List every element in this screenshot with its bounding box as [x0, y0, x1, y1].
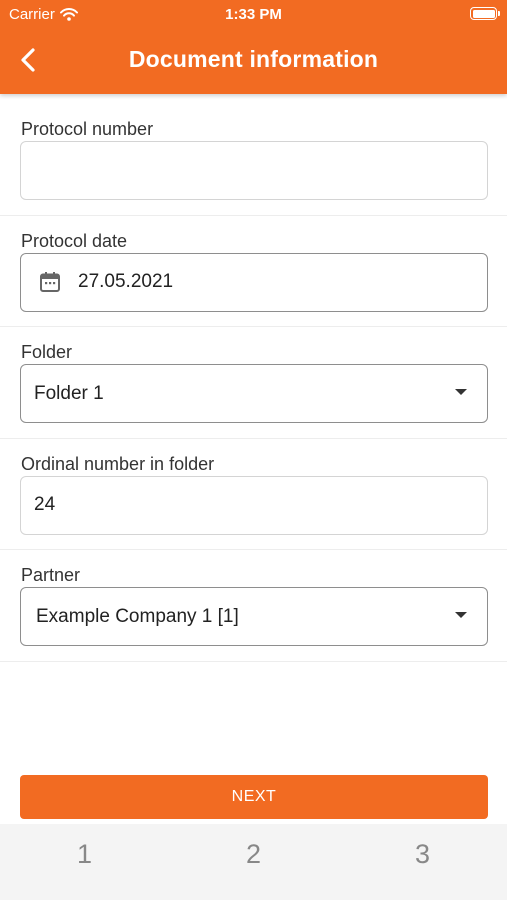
folder-select[interactable]: Folder 1: [20, 364, 488, 423]
protocol-date-value: 27.05.2021: [78, 271, 174, 292]
protocol-date-group: Protocol date 27.05.2021: [0, 216, 507, 327]
protocol-number-input[interactable]: [20, 141, 488, 200]
dropdown-arrow-icon: [455, 389, 467, 395]
step-1[interactable]: 1: [0, 824, 169, 900]
dropdown-arrow-icon: [455, 612, 467, 618]
step-2[interactable]: 2: [169, 824, 338, 900]
folder-group: Folder Folder 1: [0, 327, 507, 439]
nav-bar: Document information: [0, 36, 507, 84]
partner-label: Partner: [21, 565, 81, 585]
step-3[interactable]: 3: [338, 824, 507, 900]
protocol-date-input[interactable]: 27.05.2021: [20, 252, 488, 312]
folder-value: Folder 1: [34, 382, 104, 404]
ordinal-number-label: Ordinal number in folder: [21, 453, 215, 474]
folder-label: Folder: [21, 342, 73, 362]
status-time: 1:33 PM: [225, 6, 282, 23]
ordinal-number-value: 24: [34, 494, 56, 515]
partner-group: Partner Example Company 1 [1]: [0, 550, 507, 662]
next-button[interactable]: NEXT: [20, 775, 488, 819]
step-indicator: 1 2 3: [0, 824, 507, 900]
ordinal-number-group: Ordinal number in folder 24: [0, 439, 507, 550]
status-bar: Carrier 1:33 PM: [0, 0, 507, 28]
partner-select[interactable]: Example Company 1 [1]: [20, 587, 488, 646]
protocol-number-label: Protocol number: [21, 119, 154, 139]
partner-value: Example Company 1 [1]: [36, 605, 239, 627]
header: Carrier 1:33 PM Document information: [0, 0, 507, 94]
page-title: Document information: [128, 46, 379, 72]
protocol-date-label: Protocol date: [21, 230, 128, 251]
battery-icon: [470, 7, 500, 20]
calendar-icon: [38, 270, 62, 294]
ordinal-number-input[interactable]: 24: [20, 475, 488, 535]
protocol-number-group: Protocol number: [0, 104, 507, 216]
document-form: Protocol number Protocol date 27.05.2021: [0, 104, 507, 662]
